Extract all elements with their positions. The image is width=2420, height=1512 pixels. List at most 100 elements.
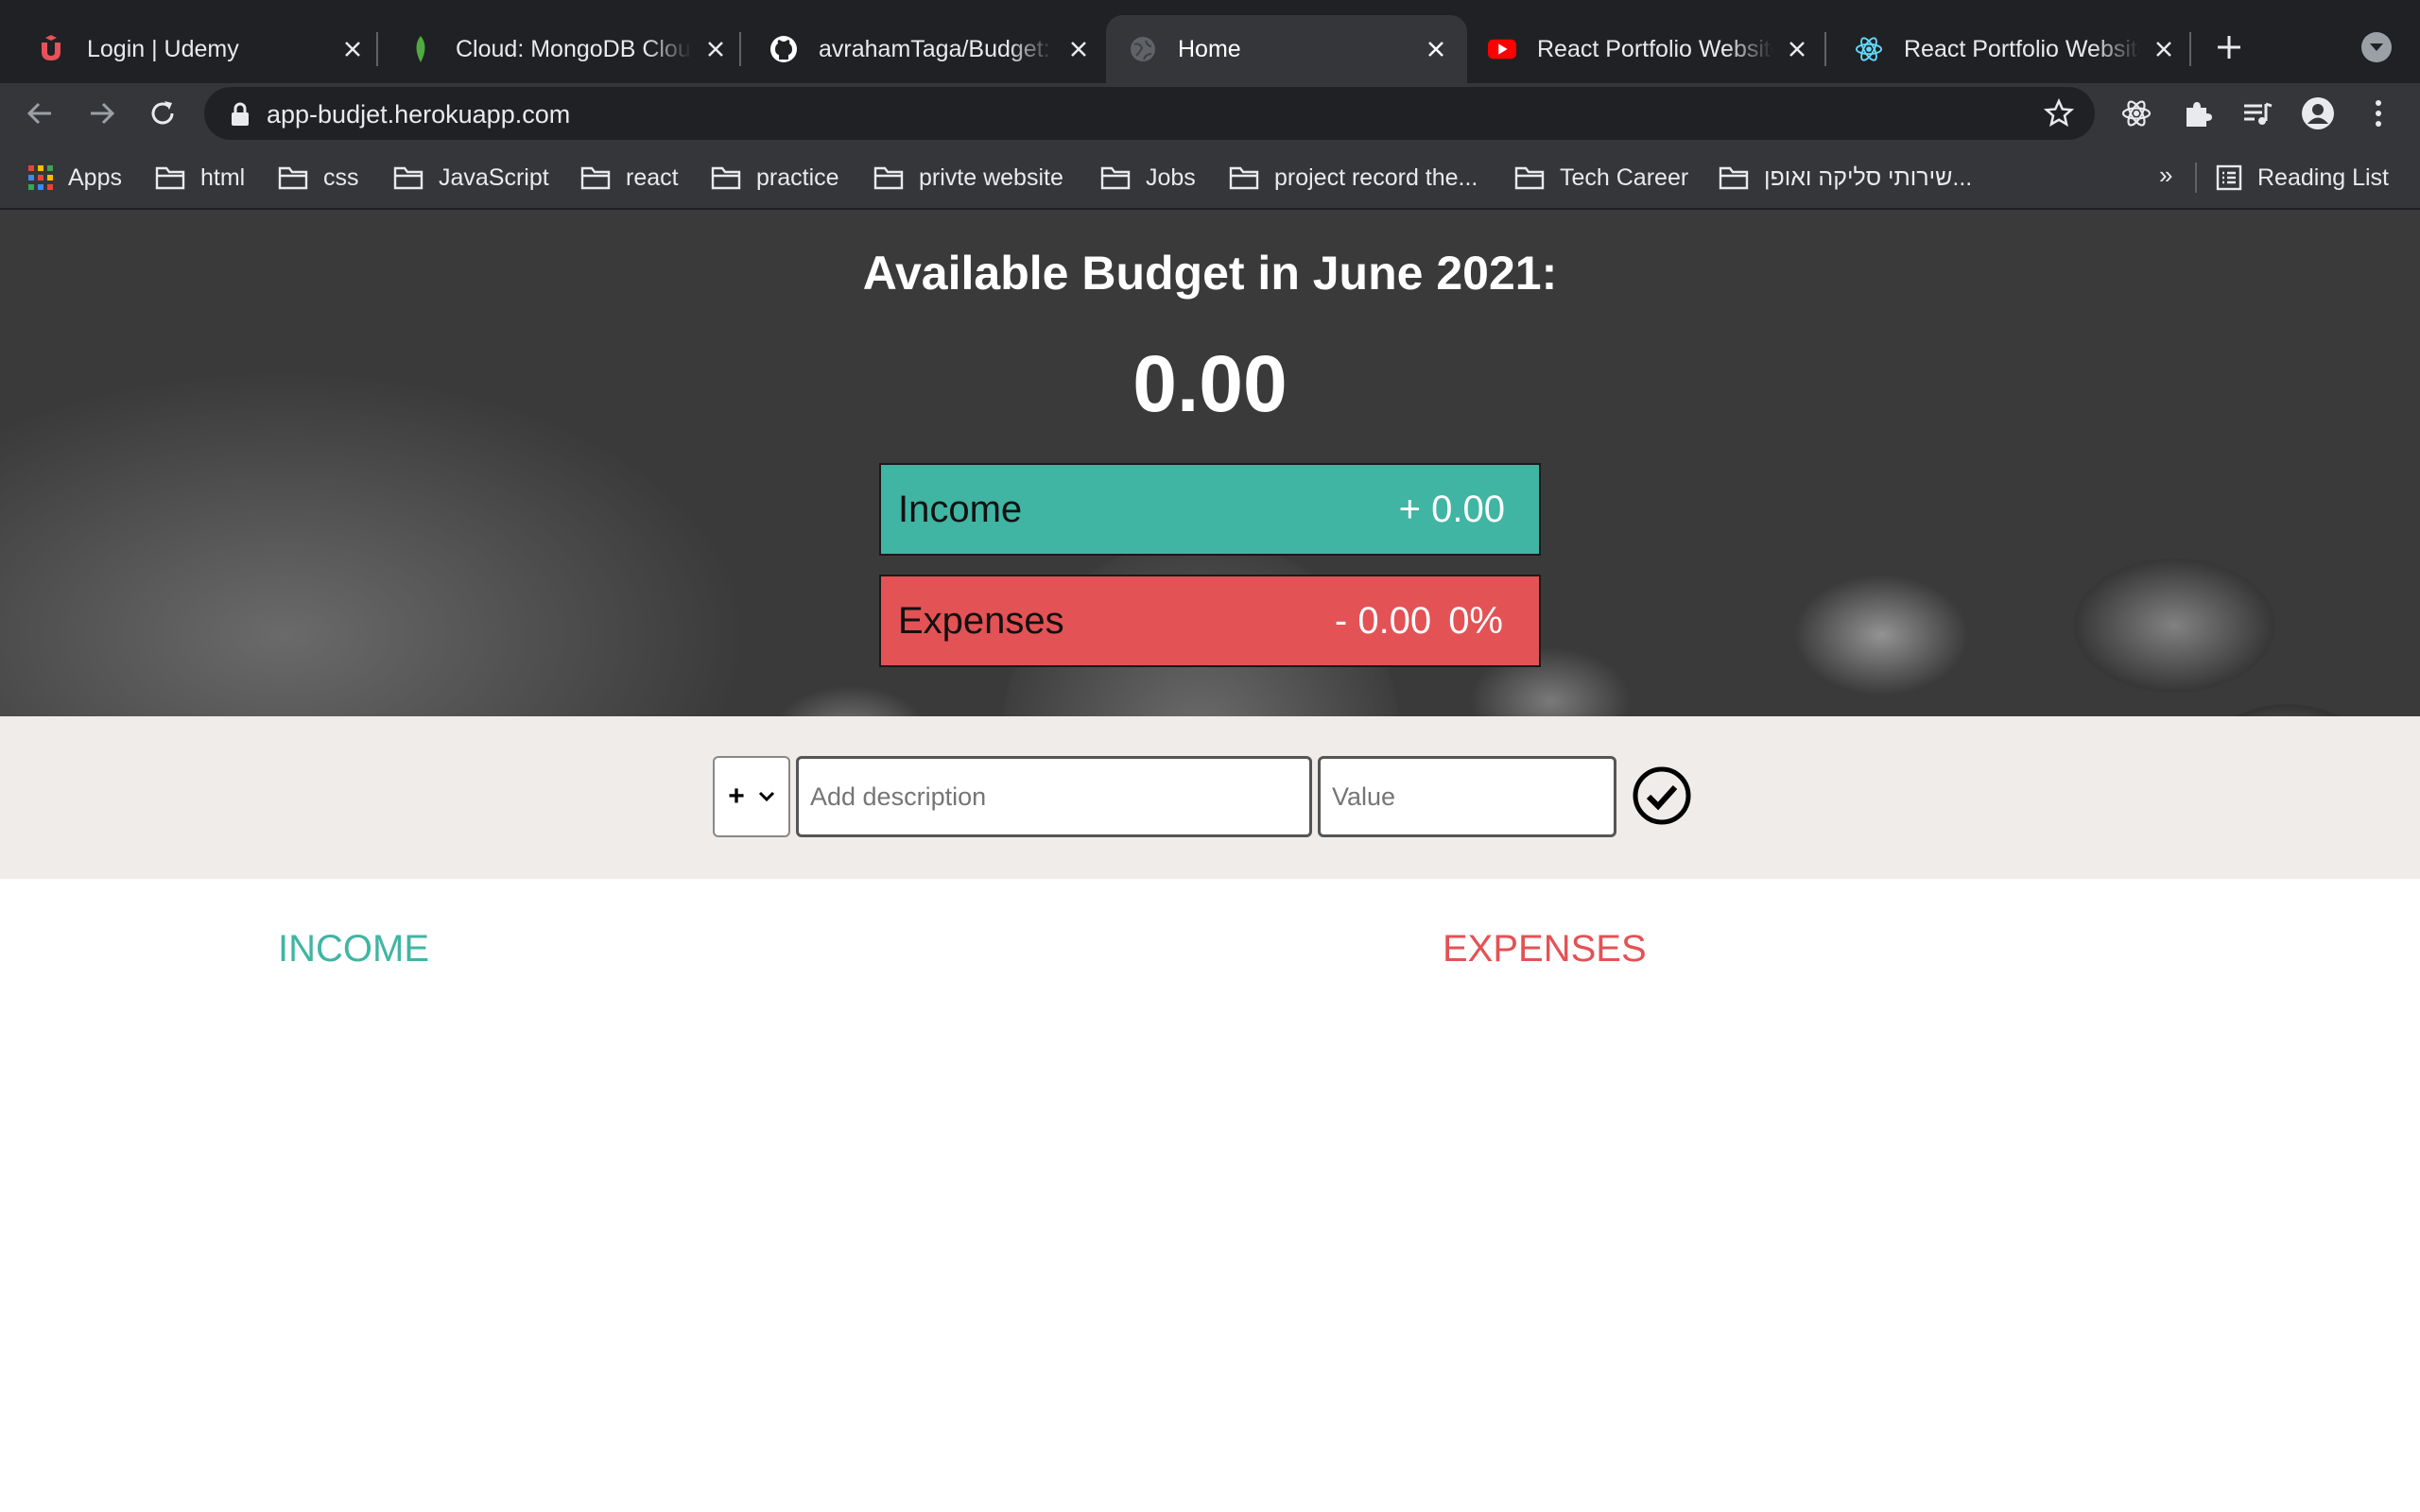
url-text: app-budjet.herokuapp.com (267, 100, 571, 129)
type-select[interactable]: + (713, 756, 790, 837)
budget-title: Available Budget in June 2021: (862, 247, 1558, 300)
bookmark-label: css (323, 163, 359, 191)
bookmark-folder-practice[interactable]: practice (711, 161, 839, 195)
youtube-icon (1488, 35, 1516, 63)
folder-icon (278, 166, 308, 190)
bookmark-label: Jobs (1146, 163, 1196, 191)
bookmark-folder-privte-website[interactable]: privte website (873, 161, 1063, 195)
bookmark-label: Apps (68, 163, 122, 191)
reading-list-button[interactable]: Reading List (2216, 161, 2389, 195)
value-input[interactable] (1318, 756, 1616, 837)
bookmark-folder-css[interactable]: css (278, 161, 359, 195)
tab-title: React Portfolio Website (1537, 35, 1773, 62)
bookmark-folder-html[interactable]: html (155, 161, 245, 195)
profile-button[interactable] (2299, 94, 2337, 132)
arrow-right-icon (91, 102, 115, 125)
extensions-button[interactable] (2178, 94, 2216, 132)
income-summary: Income + 0.00 (879, 463, 1541, 556)
folder-icon (1719, 166, 1749, 190)
income-summary-value: + 0.00 (1398, 488, 1505, 530)
react-devtools-extension[interactable] (2118, 94, 2155, 132)
plus-icon (2218, 36, 2240, 59)
apps-grid-icon (28, 165, 53, 190)
folder-icon (1229, 166, 1259, 190)
browser-tab-strip: Login | Udemy Cloud: MongoDB Cloud avrah… (0, 0, 2420, 83)
close-icon[interactable] (1422, 35, 1450, 63)
puzzle-icon (2187, 102, 2212, 127)
lock-icon (232, 102, 249, 126)
description-input[interactable] (796, 756, 1312, 837)
folder-icon (580, 166, 611, 190)
bookmarks-overflow-button[interactable]: » (2159, 161, 2172, 190)
back-button[interactable] (21, 94, 59, 132)
add-item-bar: + (0, 716, 2420, 879)
bookmark-folder-tech-career[interactable]: Tech Career (1514, 161, 1688, 195)
expenses-percentage: 0% (1448, 599, 1503, 642)
close-icon[interactable] (1064, 35, 1093, 63)
tab-divider (2189, 32, 2191, 66)
folder-icon (155, 166, 185, 190)
close-icon[interactable] (701, 35, 730, 63)
bookmark-folder-project-record[interactable]: project record the... (1229, 161, 1478, 195)
income-list-title: INCOME (278, 928, 429, 970)
submit-check-button[interactable] (1632, 765, 1692, 826)
avatar-icon (2302, 97, 2334, 129)
bookmark-label: html (200, 163, 246, 191)
react-icon (1855, 35, 1883, 63)
tab-youtube[interactable]: React Portfolio Website (1465, 15, 1828, 83)
more-vertical-icon (2376, 100, 2381, 127)
globe-icon (1129, 35, 1157, 63)
tab-title: Login | Udemy (87, 35, 239, 62)
folder-icon (873, 166, 904, 190)
new-tab-button[interactable] (2210, 28, 2248, 66)
tab-divider (1824, 32, 1826, 66)
tab-home-active[interactable]: Home (1106, 15, 1467, 83)
bookmark-star-icon[interactable] (2044, 98, 2074, 129)
bookmark-folder-jobs[interactable]: Jobs (1100, 161, 1196, 195)
tab-search-button[interactable] (2361, 32, 2392, 62)
available-budget-value: 0.00 (1132, 339, 1288, 428)
bookmark-folder-react[interactable]: react (580, 161, 679, 195)
mongodb-leaf-icon (406, 35, 435, 63)
close-icon[interactable] (2150, 35, 2178, 63)
expenses-summary-label: Expenses (898, 599, 1064, 642)
bookmark-label: react (626, 163, 679, 191)
close-icon[interactable] (1783, 35, 1811, 63)
tab-mongodb[interactable]: Cloud: MongoDB Cloud (384, 15, 747, 83)
bookmark-apps[interactable]: Apps (28, 161, 122, 195)
chevron-down-icon (2370, 43, 2383, 51)
folder-icon (1100, 166, 1131, 190)
bookmark-label: שירותי סליקה ואופן... (1764, 163, 1973, 191)
tab-react[interactable]: React Portfolio Website (1832, 15, 2195, 83)
reading-list-label: Reading List (2257, 163, 2389, 191)
bookmark-label: practice (756, 163, 839, 191)
browser-toolbar: app-budjet.herokuapp.com (0, 83, 2420, 144)
udemy-icon (38, 35, 66, 63)
playlist-music-icon (2244, 102, 2273, 125)
bookmarks-bar: Apps html css JavaScript react practice … (0, 144, 2420, 210)
tab-github[interactable]: avrahamTaga/Budget: A (747, 15, 1110, 83)
reload-icon (151, 101, 174, 125)
media-control-button[interactable] (2238, 94, 2276, 132)
browser-menu-button[interactable] (2360, 94, 2397, 132)
arrow-left-icon (26, 102, 51, 125)
reload-button[interactable] (144, 94, 182, 132)
tab-udemy[interactable]: Login | Udemy (15, 15, 384, 83)
tab-title: Cloud: MongoDB Cloud (456, 35, 692, 62)
budget-hero: Available Budget in June 2021: 0.00 Inco… (0, 210, 2420, 716)
react-icon (2121, 100, 2152, 127)
type-select-value: + (728, 781, 745, 812)
bookmark-label: privte website (919, 163, 1063, 191)
tab-divider (739, 32, 741, 66)
bookmark-folder-javascript[interactable]: JavaScript (393, 161, 549, 195)
forward-button[interactable] (83, 94, 121, 132)
bookmark-label: Tech Career (1560, 163, 1689, 191)
address-bar[interactable]: app-budjet.herokuapp.com (204, 87, 2095, 140)
tab-title: Home (1178, 35, 1241, 62)
expenses-summary: Expenses - 0.00 0% (879, 575, 1541, 667)
close-icon[interactable] (338, 35, 367, 63)
bookmark-label: project record the... (1274, 163, 1478, 191)
folder-icon (1514, 166, 1545, 190)
bookmark-folder-hebrew[interactable]: שירותי סליקה ואופן... (1719, 161, 1972, 195)
tab-title: avrahamTaga/Budget: A (819, 35, 1055, 62)
